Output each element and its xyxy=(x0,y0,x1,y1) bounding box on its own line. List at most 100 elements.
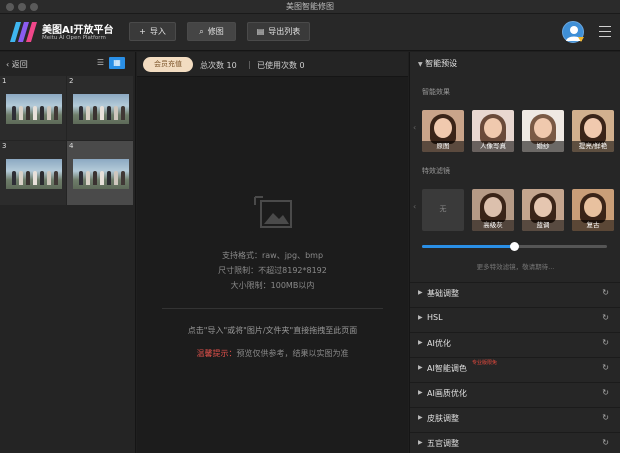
preview-area[interactable]: 会员充值 总次数 10 | 已使用次数 0 支持格式：raw、jpg、bmp 尺… xyxy=(137,52,408,453)
adjustment-row[interactable]: ▶ 五官调整 ↻ xyxy=(410,432,620,453)
adjustment-label: HSL xyxy=(427,313,443,322)
effect-card[interactable]: 婚纱 xyxy=(522,110,564,152)
caret-right-icon: ▶ xyxy=(418,339,423,346)
search-icon: ⌕ xyxy=(199,26,204,36)
grid-view-icon[interactable]: ▦ xyxy=(109,57,125,69)
group-photo-image xyxy=(6,159,62,189)
thumbnail-item[interactable]: 2 xyxy=(67,76,133,140)
smart-effects-label: 智能效果 xyxy=(422,88,450,96)
user-icon xyxy=(566,26,584,42)
reset-icon[interactable]: ↻ xyxy=(602,413,609,422)
smart-preset-title: 智能预设 xyxy=(425,59,458,68)
effect-label: 原图 xyxy=(422,141,464,152)
caret-right-icon: ▶ xyxy=(418,389,423,396)
export-icon: ▤ xyxy=(256,27,265,36)
drop-hint: 点击"导入"或将"图片/文件夹"直接拖拽至此页面 xyxy=(187,326,358,335)
adjustment-row[interactable]: ▶ 皮肤调整 ↻ xyxy=(410,407,620,429)
adjustment-row[interactable]: ▶ AI智能调色 ↻ 专业版限免 xyxy=(410,357,620,379)
filter-card[interactable]: 复古 xyxy=(572,189,614,231)
size-limit: 尺寸限制：不超过8192*8192 xyxy=(218,266,327,275)
adjustment-label: AI优化 xyxy=(427,339,451,348)
chevron-left-icon[interactable]: ‹ xyxy=(413,202,416,211)
usage-bar: 会员充值 总次数 10 | 已使用次数 0 xyxy=(137,52,408,77)
thumbnail-item[interactable]: 3 xyxy=(0,141,66,205)
chevron-left-icon: ‹ xyxy=(6,60,10,69)
import-button[interactable]: + 导入 xyxy=(129,22,176,41)
window-title: 美图智能修图 xyxy=(286,2,334,11)
image-list-panel: ‹ 返回 ☰ ▦ 1 2 3 4 xyxy=(0,52,136,453)
filter-card[interactable]: 蓝调 xyxy=(522,189,564,231)
reset-icon[interactable]: ↻ xyxy=(602,313,609,322)
brand-subtitle: Meitu AI Open Platform xyxy=(42,35,106,41)
plus-icon: + xyxy=(139,27,146,36)
slider-fill xyxy=(422,245,515,248)
total-count: 总次数 10 xyxy=(200,61,237,70)
window-titlebar: 美图智能修图 xyxy=(0,0,620,14)
filter-strength-slider[interactable] xyxy=(422,242,607,251)
pro-badge: 专业版限免 xyxy=(472,360,498,366)
effect-card[interactable]: 提亮/鲜艳 xyxy=(572,110,614,152)
retouch-button[interactable]: ⌕ 修图 xyxy=(187,22,236,41)
user-avatar[interactable] xyxy=(562,21,584,43)
chevron-left-icon[interactable]: ‹ xyxy=(413,123,416,132)
more-filters-hint: 更多特效滤镜，敬请期待... xyxy=(476,263,555,271)
back-label: 返回 xyxy=(11,60,28,69)
group-photo-image xyxy=(6,94,62,124)
adjustment-panel: ▼ 智能预设 智能效果 ‹ 原图 人像写真 婚纱 提亮/鲜艳 特效滤镜 ‹ 无 … xyxy=(409,52,620,453)
caret-right-icon: ▶ xyxy=(418,364,423,371)
caret-right-icon: ▶ xyxy=(418,314,423,321)
meitu-logo-icon xyxy=(10,22,37,42)
image-placeholder-icon xyxy=(254,196,292,228)
app-header: 美图AI开放平台 Meitu AI Open Platform + 导入 ⌕ 修… xyxy=(0,14,620,51)
adjustment-row[interactable]: ▶ AI优化 ↻ xyxy=(410,332,620,354)
list-view-icon[interactable]: ☰ xyxy=(95,58,106,68)
tip-text: 预览仅供参考，结果以实图为准 xyxy=(236,349,349,358)
slider-handle[interactable] xyxy=(510,242,519,251)
brand-name: 美图AI开放平台 xyxy=(42,25,114,36)
reset-icon[interactable]: ↻ xyxy=(602,388,609,397)
adjustment-label: AI画质优化 xyxy=(427,389,467,398)
adjustment-row[interactable]: ▶ AI画质优化 ↻ xyxy=(410,382,620,404)
adjustment-label: 基础调整 xyxy=(427,289,459,298)
thumbnail-item-selected[interactable]: 4 xyxy=(67,141,133,205)
hamburger-menu-icon[interactable] xyxy=(599,26,611,37)
count-separator: | xyxy=(248,60,251,69)
supported-formats: 支持格式：raw、jpg、bmp xyxy=(221,251,324,260)
thumbnail-item[interactable]: 1 xyxy=(0,76,66,140)
effect-card[interactable]: 原图 xyxy=(422,110,464,152)
filter-card-none[interactable]: 无 xyxy=(422,189,464,231)
group-photo-image xyxy=(73,94,129,124)
caret-right-icon: ▶ xyxy=(418,439,423,446)
export-list-label: 导出列表 xyxy=(268,27,301,36)
filters-label: 特效滤镜 xyxy=(422,167,450,175)
adjustment-label: 皮肤调整 xyxy=(427,414,459,423)
back-button[interactable]: ‹ 返回 xyxy=(6,59,28,70)
reset-icon[interactable]: ↻ xyxy=(602,363,609,372)
filter-card[interactable]: 高级灰 xyxy=(472,189,514,231)
caret-down-icon: ▼ xyxy=(418,61,423,68)
group-photo-image xyxy=(73,159,129,189)
thumbnail-number: 2 xyxy=(69,77,74,85)
thumbnail-number: 4 xyxy=(69,142,74,150)
preview-tip: 温馨提示：预览仅供参考，结果以实图为准 xyxy=(137,348,408,359)
export-list-button[interactable]: ▤ 导出列表 xyxy=(247,22,310,41)
filter-label: 无 xyxy=(439,205,447,213)
adjustment-row[interactable]: ▶ 基础调整 ↻ xyxy=(410,282,620,304)
thumbnail-number: 1 xyxy=(2,77,7,85)
adjustment-label: 五官调整 xyxy=(427,439,459,448)
filter-label: 复古 xyxy=(572,220,614,231)
effect-card[interactable]: 人像写真 xyxy=(472,110,514,152)
effect-label: 人像写真 xyxy=(472,141,514,152)
adjustment-row[interactable]: ▶ HSL ↻ xyxy=(410,307,620,329)
reset-icon[interactable]: ↻ xyxy=(602,438,609,447)
smart-preset-header[interactable]: ▼ 智能预设 xyxy=(418,58,457,69)
caret-right-icon: ▶ xyxy=(418,414,423,421)
effect-label: 提亮/鲜艳 xyxy=(572,141,614,152)
vip-recharge-button[interactable]: 会员充值 xyxy=(143,57,193,72)
used-count: 已使用次数 0 xyxy=(257,61,305,70)
tip-label: 温馨提示： xyxy=(196,349,237,358)
file-size-limit: 大小限制：100MB以内 xyxy=(230,281,315,290)
reset-icon[interactable]: ↻ xyxy=(602,288,609,297)
reset-icon[interactable]: ↻ xyxy=(602,338,609,347)
divider xyxy=(162,308,383,309)
